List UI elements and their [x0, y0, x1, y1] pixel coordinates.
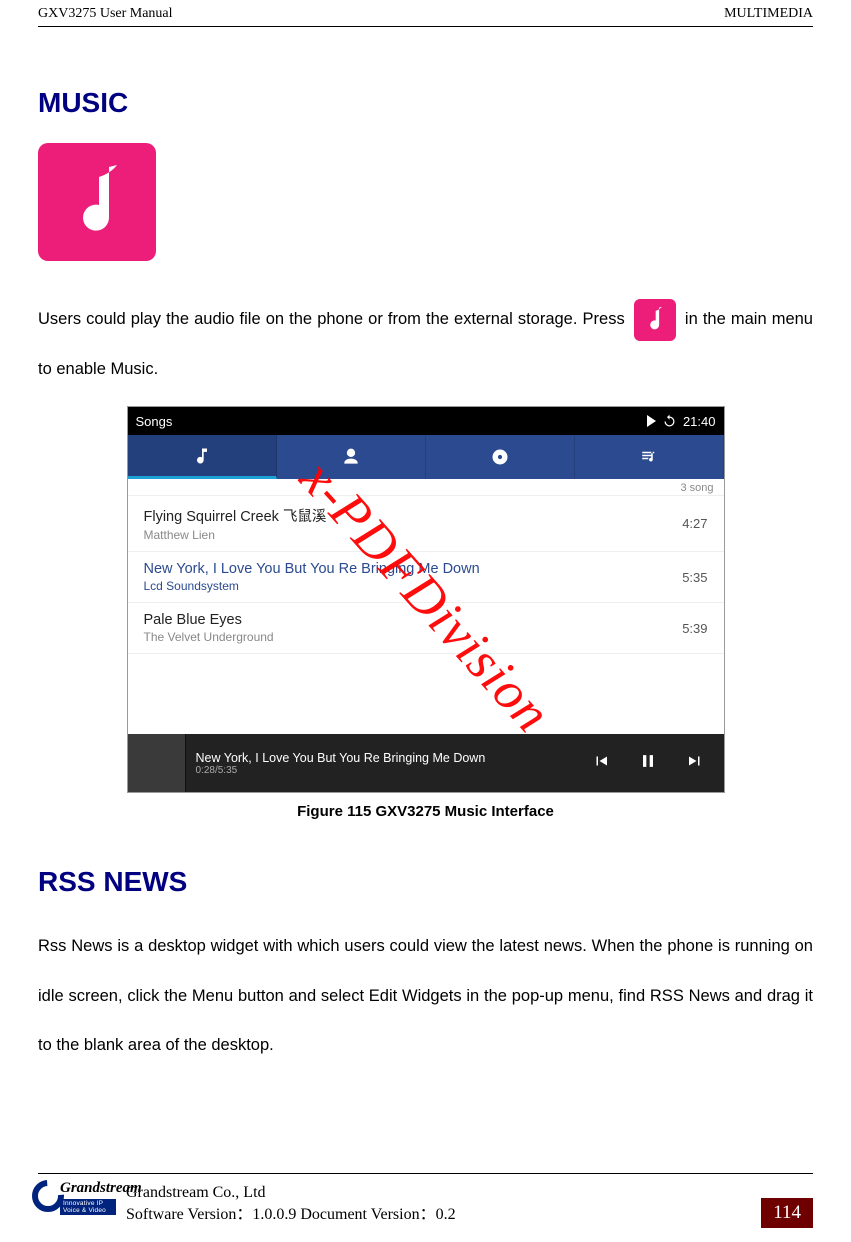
song-title: Flying Squirrel Creek 飞鼠溪 — [144, 505, 327, 526]
song-artist: Lcd Soundsystem — [144, 579, 480, 593]
music-heading: MUSIC — [38, 87, 813, 119]
song-title: New York, I Love You But You Re Bringing… — [144, 561, 480, 577]
song-count: 3 song — [128, 479, 724, 496]
status-title: Songs — [136, 414, 173, 429]
prev-button[interactable] — [592, 752, 610, 775]
music-note-icon — [65, 163, 129, 241]
tab-artists[interactable] — [277, 435, 426, 479]
song-row[interactable]: New York, I Love You But You Re Bringing… — [128, 552, 724, 603]
para-before: Users could play the audio file on the p… — [38, 310, 625, 328]
disc-icon — [490, 447, 510, 467]
song-duration: 4:27 — [682, 516, 707, 531]
music-app-icon-large — [38, 143, 156, 261]
logo-name: Grandstream — [60, 1180, 116, 1197]
tab-songs[interactable] — [128, 435, 277, 479]
song-artist: The Velvet Underground — [144, 630, 274, 644]
rss-paragraph: Rss News is a desktop widget with which … — [38, 922, 813, 1071]
music-toolbar — [128, 435, 724, 479]
music-interface-screenshot: Songs 21:40 — [127, 406, 725, 793]
page-footer: Grandstream Innovative IP Voice & Video … — [38, 1173, 813, 1228]
header-right: MULTIMEDIA — [724, 6, 813, 22]
now-playing-bar: New York, I Love You But You Re Bringing… — [128, 734, 724, 792]
footer-company: Grandstream Co., Ltd — [126, 1182, 456, 1204]
playlist-icon — [638, 448, 660, 466]
header-left: GXV3275 User Manual — [38, 6, 173, 22]
tab-playlists[interactable] — [575, 435, 724, 479]
song-title: Pale Blue Eyes — [144, 612, 274, 628]
tab-albums[interactable] — [426, 435, 575, 479]
play-indicator-icon — [647, 415, 656, 427]
footer-version: Software Version：1.0.0.9 Document Versio… — [126, 1204, 456, 1226]
logo-tagline: Innovative IP Voice & Video — [60, 1199, 116, 1215]
music-paragraph: Users could play the audio file on the p… — [38, 295, 813, 394]
pause-button[interactable] — [638, 751, 658, 776]
music-app-icon-inline — [634, 299, 676, 341]
grandstream-logo: Grandstream Innovative IP Voice & Video — [38, 1180, 116, 1228]
song-duration: 5:35 — [682, 570, 707, 585]
music-note-icon — [192, 445, 212, 467]
next-button[interactable] — [686, 752, 704, 775]
song-duration: 5:39 — [682, 621, 707, 636]
song-artist: Matthew Lien — [144, 528, 327, 542]
figure-caption: Figure 115 GXV3275 Music Interface — [38, 803, 813, 820]
album-art[interactable] — [128, 734, 186, 792]
page-number: 114 — [761, 1198, 813, 1228]
now-playing-time: 0:28/5:35 — [196, 765, 562, 776]
page-header: GXV3275 User Manual MULTIMEDIA — [38, 0, 813, 27]
status-clock: 21:40 — [683, 414, 716, 429]
rss-heading: RSS NEWS — [38, 866, 813, 898]
song-row[interactable]: Flying Squirrel Creek 飞鼠溪 Matthew Lien 4… — [128, 496, 724, 552]
now-playing-title: New York, I Love You But You Re Bringing… — [196, 751, 562, 765]
status-bar: Songs 21:40 — [128, 407, 724, 435]
sync-icon — [662, 414, 677, 429]
artist-icon — [340, 447, 362, 467]
song-row[interactable]: Pale Blue Eyes The Velvet Underground 5:… — [128, 603, 724, 654]
